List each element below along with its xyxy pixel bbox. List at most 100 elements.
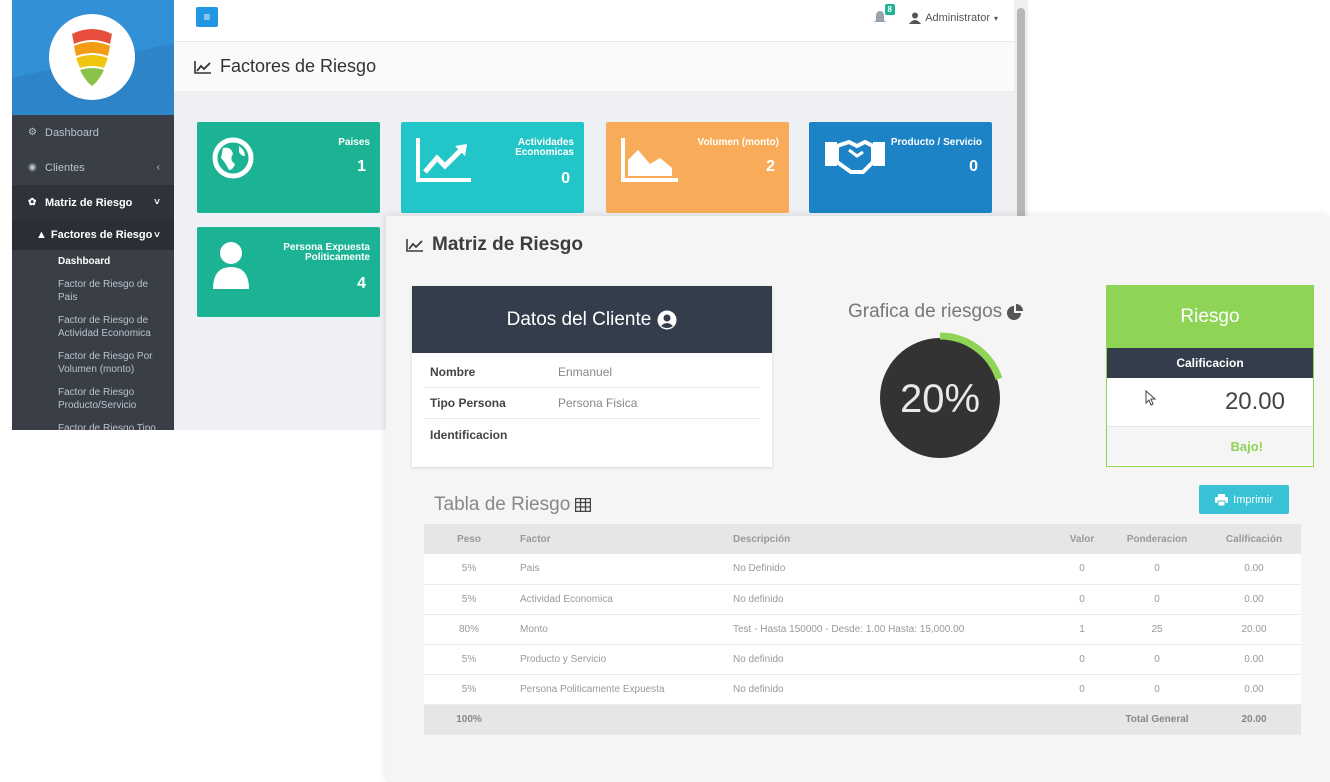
table-row: 5% Producto y Servicio No definido 0 0 0.00: [424, 644, 1301, 675]
client-key: Identificacion: [430, 427, 508, 442]
gear-icon: ✿: [28, 197, 37, 208]
client-key: Nombre: [430, 365, 476, 379]
handshake-icon: [825, 139, 885, 174]
total-empty-cell: [514, 704, 727, 735]
col-header[interactable]: Descripción: [727, 524, 1057, 554]
risk-donut-chart: 20%: [880, 332, 1003, 458]
sidebar: ⚙ Dashboard ◉ Clientes ‹ ✿ Matriz de Rie…: [12, 0, 174, 430]
print-button-label: Imprimir: [1233, 493, 1273, 506]
table-cell: 0: [1107, 644, 1207, 675]
page-title: Matriz de Riesgo: [406, 234, 583, 256]
table-row: 5% Persona Politicamente Expuesta No defin…: [424, 674, 1301, 705]
table-cell: 0: [1107, 674, 1207, 705]
chart-title-text: Grafica de riesgos: [848, 301, 1003, 322]
table-cell: 0: [1057, 644, 1107, 675]
area-chart-icon: [621, 138, 678, 182]
user-menu[interactable]: Administrator ▾: [909, 12, 998, 24]
table-cell: 25: [1107, 614, 1207, 645]
table-cell: No definido: [727, 644, 1057, 675]
globe-icon: [212, 137, 254, 179]
sidebar-leaf-volumen[interactable]: Factor de Riesgo Por Volumen (monto): [12, 345, 174, 381]
tile-value: 4: [357, 275, 366, 292]
tile-producto[interactable]: Producto / Servicio 0: [809, 122, 992, 213]
caret-down-icon: ▾: [993, 13, 998, 23]
table-cell: 0.00: [1207, 674, 1301, 705]
total-cell: Total General: [1107, 704, 1207, 735]
total-empty-cell: [727, 704, 1057, 735]
tile-persona-expuesta[interactable]: Persona Expuesta Politicamente 4: [197, 227, 380, 317]
table-cell: Persona Politicamente Expuesta: [514, 674, 727, 705]
chevron-left-icon: ‹: [156, 162, 160, 173]
client-card: Datos del Cliente Nombre Enmanuel Tipo P…: [412, 286, 772, 467]
col-header[interactable]: Calificación: [1207, 524, 1301, 554]
table-cell: Producto y Servicio: [514, 644, 727, 675]
col-header[interactable]: Factor: [514, 524, 727, 554]
client-value: Persona Fisica: [558, 396, 638, 410]
sidebar-leaf-producto[interactable]: Factor de Riesgo Producto/Servicio: [12, 381, 174, 417]
table-cell: 0: [1057, 554, 1107, 585]
sidebar-item-label: Dashboard: [45, 126, 99, 139]
risk-level-label: Bajo!: [1107, 427, 1313, 465]
sidebar-leaf-dashboard[interactable]: Dashboard: [12, 250, 174, 273]
sidebar-leaf-persona[interactable]: Factor de Riesgo Tipo de Persona Expuest…: [12, 417, 174, 430]
calificacion-label: Calificacion: [1107, 348, 1313, 378]
table-cell: 0.00: [1207, 644, 1301, 675]
calificacion-number: 20.00: [1224, 388, 1285, 415]
risk-card: Riesgo Calificacion 20.00 Bajo!: [1106, 285, 1314, 467]
tile-label: Volumen (monto): [697, 137, 779, 148]
sidebar-item-matriz[interactable]: ✿ Matriz de Riesgo ˅: [12, 185, 174, 220]
table-title: Tabla de Riesgo: [434, 494, 592, 516]
shield-logo[interactable]: [49, 14, 135, 100]
tile-value: 1: [357, 158, 366, 175]
table-header-row: Peso Factor Descripción Valor Ponderacio…: [424, 524, 1301, 554]
user-icon: [909, 12, 922, 24]
menu-toggle-button[interactable]: ≡: [196, 7, 218, 27]
table-body: 5% Pais No Definido 0 0 0.00 5% Actividad Econo…: [424, 554, 1301, 735]
logo-area: [12, 0, 174, 115]
table-cell: 0: [1057, 674, 1107, 705]
pie-chart-icon: [1007, 304, 1024, 320]
client-row: Tipo Persona Persona Fisica: [424, 388, 760, 419]
table-row: 5% Pais No Definido 0 0 0.00: [424, 554, 1301, 585]
table-cell: No definido: [727, 584, 1057, 615]
dashboard-icon: ⚙: [28, 127, 37, 138]
table-cell: 0.00: [1207, 554, 1301, 585]
page-title: Factores de Riesgo: [220, 56, 377, 76]
warning-icon: ▲: [36, 229, 47, 241]
table-cell: No definido: [727, 674, 1057, 705]
col-header[interactable]: Ponderacion: [1107, 524, 1207, 554]
sidebar-subitem-factores[interactable]: ▲ Factores de Riesgo ˅: [12, 220, 174, 250]
tile-volumen[interactable]: Volumen (monto) 2: [606, 122, 789, 213]
col-header[interactable]: Peso: [424, 524, 514, 554]
tile-value: 2: [766, 158, 775, 175]
line-chart-icon: [406, 239, 423, 252]
tile-paises[interactable]: Paises 1: [197, 122, 380, 213]
risk-card-title: Riesgo: [1107, 286, 1313, 348]
sidebar-leaf-actividad[interactable]: Factor de Riesgo de Actividad Economica: [12, 309, 174, 345]
user-icon: [213, 242, 249, 289]
table-row: 5% Actividad Economica No definido 0 0 0.00: [424, 584, 1301, 615]
sidebar-leaf-pais[interactable]: Factor de Riesgo de Pais: [12, 273, 174, 309]
donut-percent-label: 20%: [900, 377, 980, 421]
chevron-down-icon: ˅: [154, 229, 160, 241]
user-circle-icon: [657, 310, 677, 329]
sidebar-item-clientes[interactable]: ◉ Clientes ‹: [12, 150, 174, 185]
tile-value: 0: [561, 170, 570, 187]
trend-up-icon: [416, 138, 471, 182]
table-title-text: Tabla de Riesgo: [434, 494, 571, 515]
table-cell: 0: [1057, 584, 1107, 615]
client-key: Tipo Persona: [430, 396, 506, 410]
table-cell: 5%: [424, 584, 514, 615]
table-cell: Pais: [514, 554, 727, 585]
table-cell: No Definido: [727, 554, 1057, 585]
tile-label: Producto / Servicio: [890, 137, 982, 148]
sidebar-subitem-label: Factores de Riesgo: [50, 229, 153, 241]
tile-actividades[interactable]: Actividades Economicas 0: [401, 122, 584, 213]
table-cell: 20.00: [1207, 614, 1301, 645]
tile-label: Persona Expuesta Politicamente: [283, 242, 370, 263]
sidebar-item-dashboard[interactable]: ⚙ Dashboard: [12, 115, 174, 150]
table-cell: 1: [1057, 614, 1107, 645]
table-total-row: 100% Total General 20.00: [424, 704, 1301, 735]
col-header[interactable]: Valor: [1057, 524, 1107, 554]
print-button[interactable]: Imprimir: [1199, 485, 1289, 514]
